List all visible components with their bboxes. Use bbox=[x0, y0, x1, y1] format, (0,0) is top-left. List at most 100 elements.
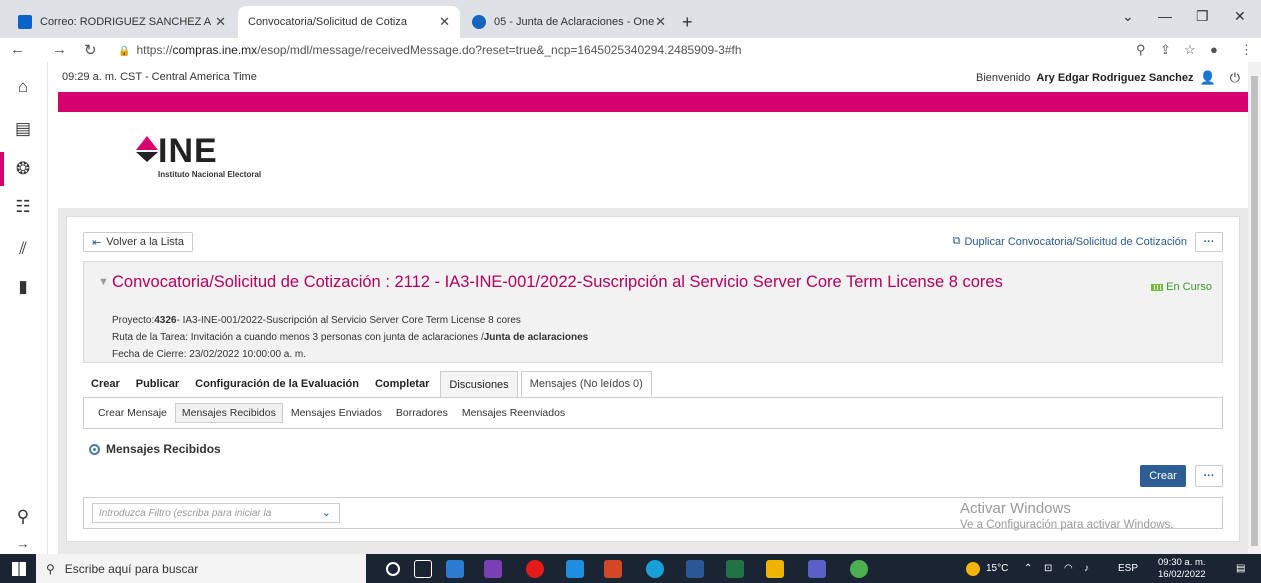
menu-dots-icon[interactable]: ⋮ bbox=[1240, 42, 1253, 58]
outlook-icon bbox=[18, 15, 32, 29]
back-to-list-button[interactable]: ⇤ Volver a la Lista bbox=[83, 232, 193, 252]
weather-icon[interactable] bbox=[966, 562, 980, 576]
taskbar-clock[interactable]: 09:30 a. m. 16/02/2022 bbox=[1158, 557, 1206, 581]
analytics-icon[interactable]: ⫽ bbox=[12, 238, 34, 260]
onedrive-icon bbox=[472, 15, 486, 29]
documents-icon[interactable]: ▮ bbox=[12, 276, 34, 298]
browser-tab-bar: Correo: RODRIGUEZ SANCHEZ A ✕ Convocator… bbox=[0, 0, 1261, 38]
url-field[interactable]: 🔒 https://compras.ine.mx/esop/mdl/message… bbox=[118, 43, 742, 57]
chevron-down-icon[interactable]: ⌄ bbox=[322, 506, 331, 519]
address-bar: ← → ↻ 🔒 https://compras.ine.mx/esop/mdl/m… bbox=[0, 38, 1261, 62]
filter-input[interactable]: Introduzca Filtro (escriba para iniciar … bbox=[92, 503, 340, 523]
browser-tab-junta[interactable]: 05 - Junta de Aclaraciones - One ✕ bbox=[462, 6, 676, 38]
opera-icon[interactable] bbox=[526, 560, 544, 578]
weather-temp[interactable]: 15°C bbox=[986, 563, 1008, 574]
profile-icon[interactable]: ● bbox=[1210, 42, 1218, 57]
store-icon[interactable] bbox=[446, 560, 464, 578]
tab-mensajes[interactable]: Mensajes (No leídos 0) bbox=[520, 371, 652, 397]
tab-publicar[interactable]: Publicar bbox=[128, 371, 187, 397]
main-card: ⇤ Volver a la Lista ⧉ Duplicar Convocator… bbox=[66, 216, 1240, 542]
taskbar-search[interactable]: ⚲ Escribe aquí para buscar bbox=[36, 554, 366, 583]
file-explorer-icon[interactable] bbox=[766, 560, 784, 578]
volume-icon[interactable]: ♪ bbox=[1084, 563, 1089, 574]
search-icon[interactable]: ⚲ bbox=[12, 506, 34, 528]
browser-tab-mail[interactable]: Correo: RODRIGUEZ SANCHEZ A ✕ bbox=[8, 6, 236, 38]
powerpoint-icon[interactable] bbox=[604, 560, 622, 578]
windows-start-icon[interactable] bbox=[12, 562, 26, 576]
ine-triangle-icon bbox=[136, 136, 158, 162]
edge-icon[interactable] bbox=[646, 560, 664, 578]
windows-taskbar: ⚲ Escribe aquí para buscar 15°C ⌃ ⊡ ◠ ♪ … bbox=[0, 554, 1261, 583]
forward-arrow-icon[interactable]: → bbox=[52, 41, 67, 58]
subtab-mensajes-reenviados[interactable]: Mensajes Reenviados bbox=[456, 404, 571, 422]
back-arrow-icon[interactable]: ← bbox=[10, 41, 25, 58]
search-icon: ⚲ bbox=[46, 561, 55, 576]
more-options-button[interactable]: ··· bbox=[1195, 232, 1223, 252]
home-icon[interactable]: ⌂ bbox=[12, 76, 34, 98]
collapse-caret-icon[interactable]: ▼ bbox=[98, 272, 109, 292]
tab-completar[interactable]: Completar bbox=[367, 371, 437, 397]
tab-configuracion[interactable]: Configuración de la Evaluación bbox=[187, 371, 367, 397]
subtab-borradores[interactable]: Borradores bbox=[390, 404, 454, 422]
create-message-button[interactable]: Crear bbox=[1140, 465, 1186, 487]
brand-bar bbox=[58, 92, 1248, 112]
logout-power-icon[interactable]: ⏻ bbox=[1230, 70, 1240, 86]
close-window-button[interactable]: ✕ bbox=[1234, 8, 1246, 25]
section-ring-icon bbox=[89, 443, 100, 455]
close-tab-icon[interactable]: ✕ bbox=[439, 14, 450, 30]
suppliers-icon[interactable]: ☷ bbox=[12, 196, 34, 218]
more-options-button-2[interactable]: ··· bbox=[1195, 465, 1223, 487]
reload-icon[interactable]: ↻ bbox=[84, 41, 97, 59]
tray-chevron-icon[interactable]: ⌃ bbox=[1024, 563, 1032, 574]
user-name[interactable]: Ary Edgar Rodriguez Sanchez bbox=[1036, 72, 1193, 84]
timezone-time: 09:29 a. m. CST - Central America Time bbox=[62, 71, 257, 83]
close-tab-icon[interactable]: ✕ bbox=[215, 14, 226, 30]
project-title: ▼ Convocatoria/Solicitud de Cotización :… bbox=[98, 273, 1003, 291]
back-bar-arrow-icon: ⇤ bbox=[92, 236, 102, 249]
tab-discusiones[interactable]: Discusiones bbox=[440, 371, 518, 397]
logo-area: INE Instituto Nacional Electoral bbox=[58, 112, 1248, 208]
notifications-icon[interactable]: ▤ bbox=[1236, 563, 1245, 574]
restore-button[interactable]: ❐ bbox=[1196, 8, 1209, 25]
main-tabs: Crear Publicar Configuración de la Evalu… bbox=[83, 371, 652, 397]
tab-search-icon[interactable]: ⌄ bbox=[1122, 8, 1134, 25]
top-info-bar: 09:29 a. m. CST - Central America Time B… bbox=[58, 62, 1248, 92]
status-badge: En Curso bbox=[1151, 281, 1212, 293]
input-language[interactable]: ESP bbox=[1118, 563, 1138, 574]
subtab-crear-mensaje[interactable]: Crear Mensaje bbox=[92, 404, 173, 422]
zoom-icon[interactable]: ⚲ bbox=[1136, 42, 1146, 58]
lock-icon: 🔒 bbox=[118, 46, 131, 57]
project-line: Proyecto:4326- IA3-INE-001/2022-Suscripc… bbox=[112, 315, 521, 326]
new-tab-button[interactable]: + bbox=[682, 12, 693, 33]
minimize-button[interactable]: — bbox=[1158, 8, 1172, 24]
close-date-line: Fecha de Cierre: 23/02/2022 10:00:00 a. … bbox=[112, 349, 307, 360]
onenote-icon[interactable] bbox=[484, 560, 502, 578]
sourcing-icon[interactable]: ❂ bbox=[0, 152, 34, 186]
bookmark-star-icon[interactable]: ☆ bbox=[1184, 42, 1196, 58]
word-icon[interactable] bbox=[686, 560, 704, 578]
browser-tab-convocatoria[interactable]: Convocatoria/Solicitud de Cotiza ✕ bbox=[238, 6, 460, 38]
duplicate-icon: ⧉ bbox=[952, 235, 961, 247]
subtab-mensajes-recibidos[interactable]: Mensajes Recibidos bbox=[174, 403, 283, 423]
share-icon[interactable]: ⇪ bbox=[1160, 42, 1171, 58]
close-tab-icon[interactable]: ✕ bbox=[655, 14, 666, 30]
subtab-mensajes-enviados[interactable]: Mensajes Enviados bbox=[285, 404, 388, 422]
dashboard-icon[interactable]: ▤ bbox=[12, 118, 34, 140]
chrome-icon[interactable] bbox=[850, 560, 868, 578]
section-title: Mensajes Recibidos bbox=[89, 442, 221, 456]
wifi-icon[interactable]: ◠ bbox=[1064, 563, 1073, 574]
cortana-icon[interactable] bbox=[386, 562, 400, 576]
onedrive-app-icon[interactable] bbox=[566, 560, 584, 578]
app-sidebar: ⌂ ▤ ❂ ☷ ⫽ ▮ ⚲ → bbox=[0, 62, 48, 554]
teams-icon[interactable] bbox=[808, 560, 826, 578]
excel-icon[interactable] bbox=[726, 560, 744, 578]
expand-arrow-icon[interactable]: → bbox=[12, 532, 34, 554]
scrollbar-thumb[interactable] bbox=[1251, 76, 1258, 546]
tab-crear[interactable]: Crear bbox=[83, 371, 128, 397]
welcome-area: Bienvenido Ary Edgar Rodriguez Sanchez 👤… bbox=[975, 70, 1240, 86]
network-icon[interactable]: ⊡ bbox=[1044, 563, 1052, 574]
task-view-icon[interactable] bbox=[414, 560, 432, 578]
user-icon[interactable]: 👤 bbox=[1200, 70, 1216, 86]
page-scrollbar[interactable] bbox=[1248, 62, 1261, 554]
duplicate-link[interactable]: ⧉ Duplicar Convocatoria/Solicitud de Cot… bbox=[953, 235, 1187, 248]
